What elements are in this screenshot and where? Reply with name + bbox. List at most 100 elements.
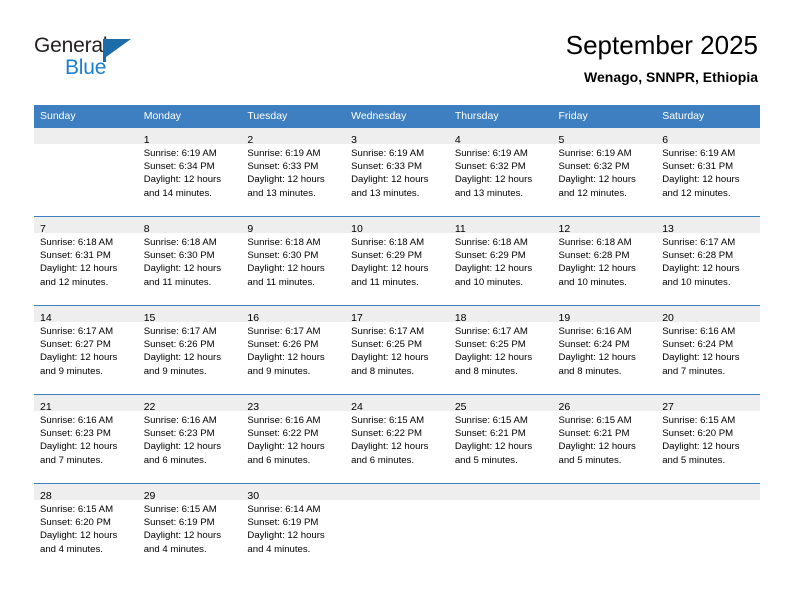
sunset-text: Sunset: 6:22 PM (247, 428, 319, 440)
sunset-text: Sunset: 6:21 PM (454, 428, 526, 440)
sunset-text: Sunset: 6:28 PM (662, 250, 734, 262)
page-header: General Blue September 2025 Wenago, SNNP… (0, 0, 792, 100)
calendar-day-cell[interactable]: 24 Sunrise: 6:15 AM Sunset: 6:22 PM Dayligh… (345, 394, 449, 484)
day-number: 9 (247, 223, 254, 235)
day-number: 30 (247, 490, 260, 502)
day-number-band: 7 (34, 217, 138, 235)
sunrise-text: Sunrise: 6:17 AM (143, 326, 217, 337)
calendar-day-cell[interactable]: 16 Sunrise: 6:17 AM Sunset: 6:26 PM Dayligh… (241, 305, 346, 395)
sunset-text: Sunset: 6:26 PM (143, 339, 215, 351)
day-number: 28 (40, 490, 52, 502)
day-cell-details: Sunrise: 6:19 AM Sunset: 6:31 PM Daylight:… (656, 144, 760, 216)
sunrise-text: Sunrise: 6:19 AM (143, 148, 217, 159)
day-cell-inner: 14 Sunrise: 6:17 AM Sunset: 6:27 PM Dayligh… (34, 306, 138, 394)
sunset-text: Sunset: 6:24 PM (662, 339, 734, 351)
daylight-text-line2: and 11 minutes. (351, 276, 419, 288)
day-cell-inner (345, 484, 449, 572)
flag-icon (103, 39, 131, 62)
calendar-day-cell[interactable]: 23 Sunrise: 6:16 AM Sunset: 6:22 PM Dayligh… (241, 394, 346, 484)
calendar-day-cell[interactable]: 21 Sunrise: 6:16 AM Sunset: 6:23 PM Dayligh… (34, 394, 138, 484)
calendar-day-cell[interactable]: 15 Sunrise: 6:17 AM Sunset: 6:26 PM Dayligh… (137, 305, 242, 395)
calendar-day-cell[interactable]: 13 Sunrise: 6:17 AM Sunset: 6:28 PM Dayligh… (656, 216, 760, 306)
day-cell-details: Sunrise: 6:15 AM Sunset: 6:21 PM Daylight:… (552, 411, 657, 483)
calendar-day-cell[interactable]: 7 Sunrise: 6:18 AM Sunset: 6:31 PM Daylight… (34, 216, 138, 306)
calendar-day-cell[interactable]: 14 Sunrise: 6:17 AM Sunset: 6:27 PM Dayligh… (34, 305, 138, 395)
calendar-day-cell[interactable]: 20 Sunrise: 6:16 AM Sunset: 6:24 PM Dayligh… (656, 305, 760, 395)
day-number: 14 (40, 312, 52, 324)
calendar-day-cell[interactable]: 19 Sunrise: 6:16 AM Sunset: 6:24 PM Dayligh… (552, 305, 657, 395)
day-number-band: 29 (137, 484, 242, 502)
calendar-day-cell[interactable]: 5 Sunrise: 6:19 AM Sunset: 6:32 PM Daylight… (552, 128, 657, 217)
calendar-day-cell[interactable]: 29 Sunrise: 6:15 AM Sunset: 6:19 PM Dayligh… (137, 483, 242, 572)
generalblue-logo[interactable]: General Blue (34, 34, 214, 86)
day-number-band: 22 (137, 395, 242, 413)
daylight-text-line1: Daylight: 12 hours (247, 441, 325, 453)
day-number: 20 (662, 312, 674, 324)
calendar-day-cell[interactable]: 28 Sunrise: 6:15 AM Sunset: 6:20 PM Dayligh… (34, 483, 138, 572)
sunrise-text: Sunrise: 6:19 AM (351, 148, 425, 159)
daylight-text-line2: and 13 minutes. (351, 187, 420, 199)
day-number-band: 26 (552, 395, 657, 413)
sunset-text: Sunset: 6:19 PM (247, 517, 319, 529)
day-number-band: 3 (345, 128, 449, 146)
sunset-text: Sunset: 6:23 PM (40, 428, 111, 440)
sunrise-text: Sunrise: 6:17 AM (247, 326, 321, 337)
sunrise-text: Sunrise: 6:19 AM (662, 148, 736, 159)
day-number-band: 15 (137, 306, 242, 324)
sunset-text: Sunset: 6:29 PM (454, 250, 526, 262)
calendar-day-cell[interactable]: 10 Sunrise: 6:18 AM Sunset: 6:29 PM Dayligh… (345, 216, 449, 306)
daylight-text-line1: Daylight: 12 hours (558, 441, 636, 453)
daylight-text-line2: and 5 minutes. (558, 454, 622, 466)
sunrise-text: Sunrise: 6:15 AM (662, 415, 736, 426)
calendar-day-cell[interactable]: 22 Sunrise: 6:16 AM Sunset: 6:23 PM Dayligh… (137, 394, 242, 484)
day-number-band: 1 (137, 128, 242, 146)
day-cell-details (656, 500, 760, 572)
weekday-header-tuesday: Tuesday (241, 105, 346, 128)
day-cell-inner: 3 Sunrise: 6:19 AM Sunset: 6:33 PM Daylight… (345, 128, 449, 216)
calendar-day-cell[interactable]: 4 Sunrise: 6:19 AM Sunset: 6:32 PM Daylight… (448, 128, 553, 217)
calendar-day-cell[interactable]: 30 Sunrise: 6:14 AM Sunset: 6:19 PM Dayligh… (241, 483, 346, 572)
day-number-band: 6 (656, 128, 760, 146)
weekday-header-row: Sunday Monday Tuesday Wednesday Thursday… (34, 105, 760, 128)
calendar-day-cell[interactable]: 8 Sunrise: 6:18 AM Sunset: 6:30 PM Daylight… (137, 216, 242, 306)
day-cell-inner: 13 Sunrise: 6:17 AM Sunset: 6:28 PM Dayligh… (656, 217, 760, 305)
day-number-band: 19 (552, 306, 657, 324)
daylight-text-line2: and 10 minutes. (662, 276, 731, 288)
sunrise-text: Sunrise: 6:18 AM (558, 237, 632, 248)
sunrise-text: Sunrise: 6:17 AM (662, 237, 736, 248)
calendar-day-cell[interactable]: 25 Sunrise: 6:15 AM Sunset: 6:21 PM Dayligh… (448, 394, 553, 484)
day-cell-details: Sunrise: 6:17 AM Sunset: 6:26 PM Daylight:… (241, 322, 346, 394)
calendar-day-cell[interactable]: 27 Sunrise: 6:15 AM Sunset: 6:20 PM Dayligh… (656, 394, 760, 484)
calendar-day-cell[interactable]: 1 Sunrise: 6:19 AM Sunset: 6:34 PM Daylight… (137, 128, 242, 217)
calendar-week-row: 28 Sunrise: 6:15 AM Sunset: 6:20 PM Dayligh… (34, 483, 760, 572)
sunrise-text: Sunrise: 6:17 AM (40, 326, 114, 337)
daylight-text-line2: and 8 minutes. (351, 365, 415, 377)
sunset-text: Sunset: 6:22 PM (351, 428, 423, 440)
day-number-band: 28 (34, 484, 138, 502)
calendar-day-cell[interactable]: 17 Sunrise: 6:17 AM Sunset: 6:25 PM Dayligh… (345, 305, 449, 395)
page-subtitle: Wenago, SNNPR, Ethiopia (584, 69, 758, 85)
day-number: 11 (454, 223, 466, 235)
daylight-text-line2: and 9 minutes. (143, 365, 207, 377)
day-number: 16 (247, 312, 260, 324)
day-cell-inner: 19 Sunrise: 6:16 AM Sunset: 6:24 PM Dayligh… (552, 306, 657, 394)
day-number: 13 (662, 223, 674, 235)
calendar-day-cell[interactable]: 3 Sunrise: 6:19 AM Sunset: 6:33 PM Daylight… (345, 128, 449, 217)
calendar-day-cell[interactable]: 9 Sunrise: 6:18 AM Sunset: 6:30 PM Daylight… (241, 216, 346, 306)
flag-triangle (106, 39, 131, 57)
sunrise-text: Sunrise: 6:17 AM (351, 326, 425, 337)
sunset-text: Sunset: 6:29 PM (351, 250, 423, 262)
sunrise-text: Sunrise: 6:15 AM (40, 504, 114, 515)
day-cell-details: Sunrise: 6:19 AM Sunset: 6:33 PM Daylight:… (345, 144, 449, 216)
day-number: 10 (351, 223, 363, 235)
calendar-day-cell[interactable]: 26 Sunrise: 6:15 AM Sunset: 6:21 PM Dayligh… (552, 394, 657, 484)
calendar-day-cell[interactable]: 12 Sunrise: 6:18 AM Sunset: 6:28 PM Dayligh… (552, 216, 657, 306)
calendar-day-cell[interactable]: 11 Sunrise: 6:18 AM Sunset: 6:29 PM Dayligh… (448, 216, 553, 306)
day-cell-details: Sunrise: 6:15 AM Sunset: 6:20 PM Daylight:… (656, 411, 760, 483)
day-cell-details: Sunrise: 6:15 AM Sunset: 6:19 PM Daylight:… (137, 500, 242, 572)
calendar-day-cell[interactable]: 18 Sunrise: 6:17 AM Sunset: 6:25 PM Dayligh… (448, 305, 553, 395)
day-number: 3 (351, 134, 357, 146)
calendar-day-cell[interactable]: 6 Sunrise: 6:19 AM Sunset: 6:31 PM Daylight… (656, 128, 760, 217)
calendar-day-cell[interactable]: 2 Sunrise: 6:19 AM Sunset: 6:33 PM Daylight… (241, 128, 346, 217)
sunset-text: Sunset: 6:21 PM (558, 428, 630, 440)
